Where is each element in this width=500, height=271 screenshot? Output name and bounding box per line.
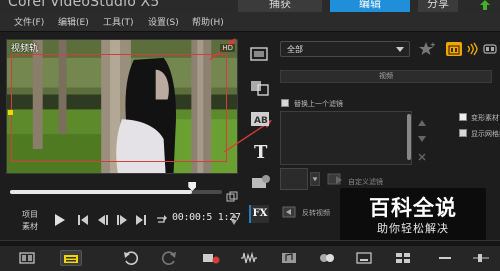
go-to-end-icon[interactable] bbox=[134, 214, 148, 226]
menu-edit[interactable]: 编辑(E) bbox=[58, 15, 89, 28]
list-scrollbar[interactable] bbox=[407, 114, 411, 160]
customize-filter-label[interactable]: 自定义滤镜 bbox=[348, 177, 383, 187]
menu-file[interactable]: 文件(F) bbox=[14, 15, 44, 28]
text-title-icon[interactable]: T bbox=[248, 140, 272, 162]
redo-icon[interactable] bbox=[160, 250, 178, 266]
section-header: 视频 bbox=[280, 70, 492, 83]
mode-project[interactable]: 项目 bbox=[22, 209, 38, 221]
play-icon[interactable] bbox=[52, 214, 66, 226]
delete-icon[interactable] bbox=[417, 152, 427, 162]
timeline-view-icon bbox=[64, 255, 78, 263]
next-frame-icon[interactable] bbox=[115, 214, 129, 226]
reverse-video-icon[interactable] bbox=[282, 205, 296, 219]
transition-icon[interactable] bbox=[248, 76, 272, 98]
move-up-icon[interactable] bbox=[417, 118, 427, 128]
applied-filters-list[interactable] bbox=[280, 111, 412, 165]
grid-view-button[interactable] bbox=[446, 42, 462, 56]
subtitle-editor-icon[interactable] bbox=[355, 250, 373, 266]
category-value: 全部 bbox=[287, 45, 303, 54]
hd-badge[interactable]: HD bbox=[220, 44, 235, 52]
media-library-icon[interactable] bbox=[248, 44, 272, 66]
multi-trim-icon[interactable] bbox=[394, 250, 412, 266]
selection-rectangle[interactable] bbox=[11, 54, 227, 162]
app-title: Corel VideoStudio X5 bbox=[8, 0, 160, 10]
customize-filter-icon[interactable] bbox=[326, 172, 344, 186]
track-label: 视频轨 bbox=[11, 44, 39, 54]
timecode-stepper[interactable] bbox=[230, 212, 238, 226]
title-bar: Corel VideoStudio X5 捕获 编辑 分享 bbox=[0, 0, 500, 12]
film-icon bbox=[448, 45, 460, 55]
distort-clip-checkbox[interactable] bbox=[459, 113, 468, 129]
graphics-icon[interactable] bbox=[248, 172, 272, 194]
scrubber-bar[interactable] bbox=[10, 182, 222, 194]
menu-settings[interactable]: 设置(S) bbox=[148, 15, 179, 28]
distort-clip-label: 变形素材 bbox=[471, 114, 499, 122]
zoom-out-icon[interactable] bbox=[436, 250, 454, 266]
tab-edit[interactable]: 编辑 bbox=[330, 0, 410, 12]
replace-last-filter-checkbox[interactable] bbox=[281, 99, 289, 107]
resize-handle[interactable] bbox=[8, 110, 13, 115]
timeline-toolbar bbox=[0, 246, 500, 271]
mode-selector[interactable]: 项目 素材 bbox=[22, 209, 38, 233]
menu-help[interactable]: 帮助(H) bbox=[192, 15, 224, 28]
chevron-down-icon bbox=[396, 47, 404, 52]
upload-icon[interactable] bbox=[478, 0, 492, 10]
previous-frame-icon[interactable] bbox=[96, 214, 110, 226]
scrubber-progress bbox=[10, 190, 193, 194]
move-down-icon[interactable] bbox=[417, 134, 427, 144]
watermark-subtitle: 助你轻松解决 bbox=[377, 222, 449, 235]
checkmark-icon bbox=[460, 121, 468, 129]
tab-share[interactable]: 分享 bbox=[418, 0, 458, 12]
timeline-view-button[interactable] bbox=[60, 250, 82, 266]
storyboard-view-icon[interactable] bbox=[18, 250, 36, 266]
menu-tools[interactable]: 工具(T) bbox=[103, 15, 134, 28]
tab-capture[interactable]: 捕获 bbox=[238, 0, 322, 12]
enlarge-icon[interactable] bbox=[226, 191, 238, 203]
show-grid-label: 显示网格线 bbox=[471, 130, 500, 138]
watermark: 百科全说 助你轻松解决 bbox=[340, 188, 486, 242]
preset-dropdown-icon[interactable] bbox=[310, 172, 320, 186]
title-ab-icon[interactable]: AB bbox=[248, 108, 272, 130]
view-toggle-icon[interactable] bbox=[482, 42, 498, 56]
reverse-video-label[interactable]: 反转视频 bbox=[302, 208, 330, 218]
zoom-slider-icon[interactable] bbox=[472, 250, 490, 266]
preview-window[interactable]: 视频轨 HD bbox=[6, 39, 238, 174]
add-favorite-icon[interactable]: + bbox=[419, 41, 435, 57]
undo-icon[interactable] bbox=[122, 250, 140, 266]
filter-preset-box[interactable] bbox=[280, 168, 308, 190]
mode-clip[interactable]: 素材 bbox=[22, 221, 38, 233]
fx-filter-icon[interactable]: FX bbox=[249, 205, 269, 223]
audio-filter-icon[interactable] bbox=[464, 42, 480, 56]
replace-last-filter-label: 替换上一个滤镜 bbox=[294, 100, 343, 108]
record-capture-icon[interactable] bbox=[202, 250, 220, 266]
svg-text:AB: AB bbox=[254, 116, 268, 126]
repeat-icon[interactable] bbox=[154, 214, 168, 226]
show-grid-checkbox[interactable] bbox=[459, 129, 467, 137]
auto-music-icon[interactable] bbox=[280, 250, 298, 266]
go-to-start-icon[interactable] bbox=[76, 214, 90, 226]
menu-bar: 文件(F) 编辑(E) 工具(T) 设置(S) 帮助(H) bbox=[0, 12, 500, 32]
svg-text:+: + bbox=[430, 41, 435, 49]
watermark-title: 百科全说 bbox=[369, 196, 457, 220]
category-dropdown[interactable]: 全部 bbox=[280, 41, 410, 57]
motion-tracking-icon[interactable] bbox=[318, 250, 336, 266]
svg-text:T: T bbox=[254, 142, 268, 162]
sound-mixer-icon[interactable] bbox=[240, 250, 258, 266]
